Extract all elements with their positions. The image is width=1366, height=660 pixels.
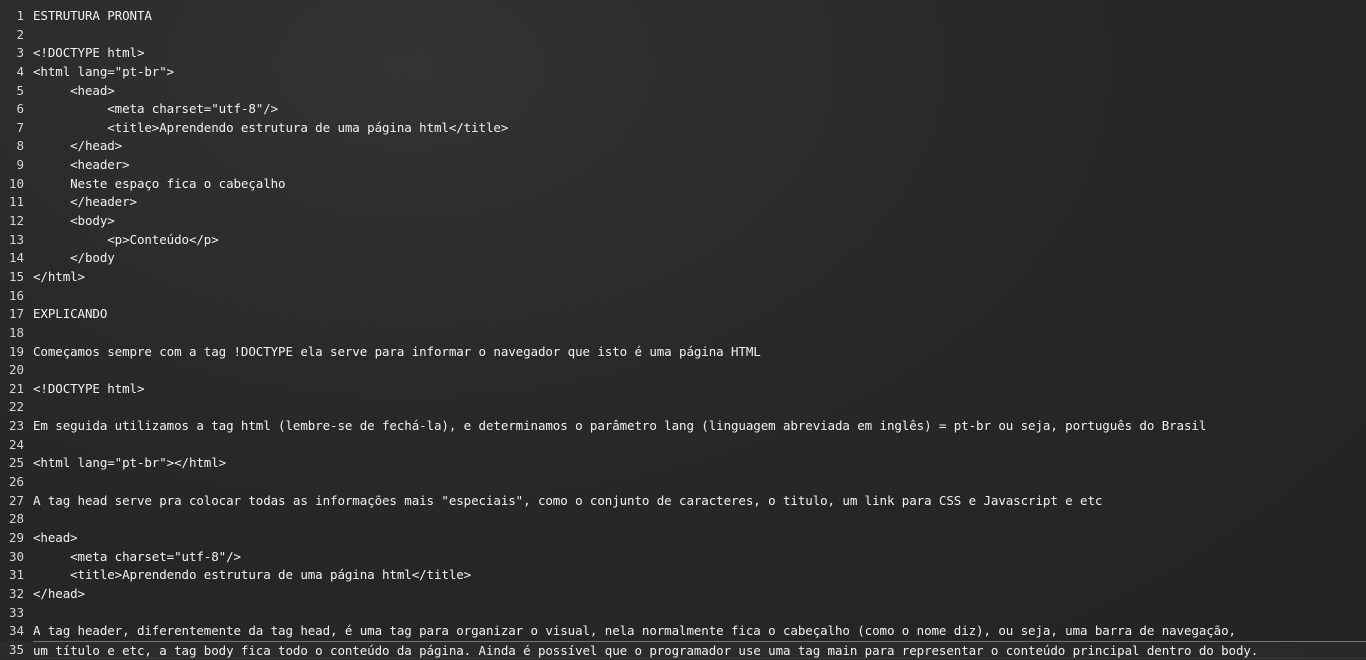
editor-line[interactable]: 32 </head> (0, 585, 1366, 604)
line-number: 19 (8, 343, 24, 359)
line-number: 25 (8, 455, 24, 471)
line-text[interactable]: Começamos sempre com a tag !DOCTYPE ela … (33, 343, 761, 362)
line-number: 6 (16, 101, 24, 117)
line-number: 9 (16, 157, 24, 173)
editor-line[interactable]: 6 <meta charset="utf-8"/> (0, 100, 1366, 119)
line-number: 21 (8, 380, 24, 396)
line-number: 18 (8, 324, 24, 340)
editor-line[interactable]: 31 <title>Aprendendo estrutura de uma pá… (0, 566, 1366, 585)
line-number: 1 (16, 8, 24, 23)
line-number: 33 (8, 604, 24, 620)
editor-line[interactable]: 30 <meta charset="utf-8"/> (0, 548, 1366, 567)
line-text[interactable]: </header> (33, 193, 137, 212)
editor-line[interactable]: 21 <!DOCTYPE html> (0, 380, 1366, 399)
line-text[interactable]: </head> (33, 585, 85, 604)
editor-line[interactable]: 2 (0, 26, 1366, 45)
line-text[interactable]: <head> (33, 529, 78, 548)
editor-line[interactable]: 5 <head> (0, 82, 1366, 101)
line-text[interactable]: <!DOCTYPE html> (33, 44, 144, 63)
editor-line[interactable]: 8 </head> (0, 137, 1366, 156)
line-text[interactable]: <html lang="pt-br"></html> (33, 454, 226, 473)
line-text[interactable]: </body (33, 249, 115, 268)
line-text[interactable]: EXPLICANDO (33, 305, 107, 324)
editor-line[interactable]: 33 (0, 604, 1366, 623)
line-number: 20 (8, 362, 24, 378)
editor-line[interactable]: 10 Neste espaço fica o cabeçalho (0, 175, 1366, 194)
line-number: 11 (8, 194, 24, 210)
editor-line[interactable]: 7 <title>Aprendendo estrutura de uma pág… (0, 119, 1366, 138)
line-text[interactable]: <meta charset="utf-8"/> (33, 100, 278, 119)
line-number: 15 (8, 268, 24, 284)
line-number: 16 (8, 287, 24, 303)
line-number: 12 (8, 213, 24, 229)
line-text[interactable]: </head> (33, 137, 122, 156)
editor-line[interactable]: 23 Em seguida utilizamos a tag html (lemb… (0, 417, 1366, 436)
editor-line[interactable]: 9 <header> (0, 156, 1366, 175)
line-text[interactable]: <title>Aprendendo estrutura de uma págin… (33, 119, 508, 138)
editor-line[interactable]: 16 (0, 287, 1366, 306)
editor-line[interactable]: 4 <html lang="pt-br"> (0, 63, 1366, 82)
line-text[interactable]: A tag header, diferentemente da tag head… (33, 622, 1236, 641)
editor-line[interactable]: 19 Começamos sempre com a tag !DOCTYPE el… (0, 343, 1366, 362)
editor-line[interactable]: 15 </html> (0, 268, 1366, 287)
line-number: 27 (8, 492, 24, 508)
editor-line[interactable]: 24 (0, 436, 1366, 455)
editor-line[interactable]: 20 (0, 361, 1366, 380)
line-text[interactable]: <title>Aprendendo estrutura de uma págin… (33, 566, 471, 585)
line-text[interactable]: <body> (33, 212, 115, 231)
line-number: 32 (8, 585, 24, 601)
line-text[interactable]: <header> (33, 156, 130, 175)
line-number: 29 (8, 529, 24, 545)
line-number: 13 (8, 231, 24, 247)
line-number: 7 (16, 119, 24, 135)
line-text[interactable]: </html> (33, 268, 85, 287)
line-number: 4 (16, 63, 24, 79)
editor-line[interactable]: 25 <html lang="pt-br"></html> (0, 454, 1366, 473)
line-number: 34 (8, 623, 24, 639)
editor-line[interactable]: 35 um título e etc, a tag body fica todo … (0, 640, 1366, 660)
editor-line[interactable]: 17 EXPLICANDO (0, 305, 1366, 324)
line-number: 14 (8, 250, 24, 266)
editor-line[interactable]: 34 A tag header, diferentemente da tag he… (0, 622, 1366, 641)
line-number: 3 (16, 45, 24, 61)
line-text[interactable]: <!DOCTYPE html> (33, 380, 144, 399)
line-number: 5 (16, 82, 24, 98)
line-number: 31 (8, 567, 24, 583)
editor-lines: 1 ESTRUTURA PRONTA 2 3 <!DOCTYPE html> 4 <html… (0, 0, 1366, 660)
editor-line[interactable]: 28 (0, 510, 1366, 529)
line-text[interactable]: <p>Conteúdo</p> (33, 231, 219, 250)
line-text[interactable]: <meta charset="utf-8"/> (33, 548, 241, 567)
line-number: 30 (8, 548, 24, 564)
editor-line[interactable]: 12 <body> (0, 212, 1366, 231)
editor-line[interactable]: 22 (0, 398, 1366, 417)
editor-line[interactable]: 13 <p>Conteúdo</p> (0, 231, 1366, 250)
line-number: 10 (8, 175, 24, 191)
line-text[interactable]: A tag head serve pra colocar todas as in… (33, 492, 1102, 511)
line-text[interactable]: um título e etc, a tag body fica todo o … (33, 640, 1366, 660)
editor-line[interactable]: 29 <head> (0, 529, 1366, 548)
line-number: 2 (16, 26, 24, 42)
line-text[interactable]: <html lang="pt-br"> (33, 63, 174, 82)
line-text[interactable]: Neste espaço fica o cabeçalho (33, 175, 285, 194)
editor-line[interactable]: 3 <!DOCTYPE html> (0, 44, 1366, 63)
line-number: 23 (8, 418, 24, 434)
editor-line[interactable]: 26 (0, 473, 1366, 492)
line-number: 8 (16, 138, 24, 154)
line-text[interactable]: ESTRUTURA PRONTA (33, 7, 152, 26)
editor-line[interactable]: 18 (0, 324, 1366, 343)
editor-line[interactable]: 1 ESTRUTURA PRONTA (0, 7, 1366, 26)
editor-line[interactable]: 11 </header> (0, 193, 1366, 212)
line-number: 17 (8, 306, 24, 322)
line-number: 35 (8, 641, 24, 657)
line-number: 28 (8, 511, 24, 527)
editor-line[interactable]: 27 A tag head serve pra colocar todas as … (0, 492, 1366, 511)
text-editor[interactable]: 1 ESTRUTURA PRONTA 2 3 <!DOCTYPE html> 4 <html… (0, 0, 1366, 660)
editor-line[interactable]: 14 </body (0, 249, 1366, 268)
line-number: 26 (8, 474, 24, 490)
line-text[interactable]: Em seguida utilizamos a tag html (lembre… (33, 417, 1206, 436)
line-number: 22 (8, 399, 24, 415)
line-text[interactable]: <head> (33, 82, 115, 101)
line-number: 24 (8, 436, 24, 452)
